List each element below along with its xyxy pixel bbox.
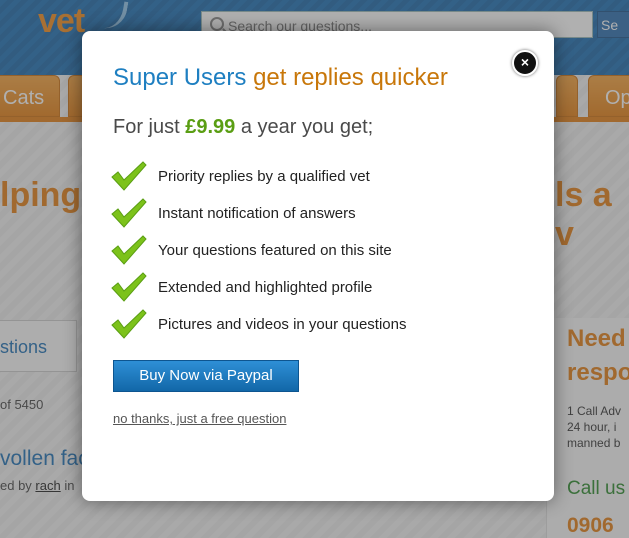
checkmark-icon <box>111 235 147 265</box>
feature-label: Instant notification of answers <box>158 205 356 222</box>
subtitle-suffix: a year you get; <box>240 116 374 138</box>
price: £9.99 <box>185 116 236 138</box>
checkmark-icon <box>111 198 147 228</box>
modal-title: Super Users get replies quicker <box>113 64 448 92</box>
subtitle-prefix: For just <box>113 116 180 138</box>
modal-subtitle: For just £9.99 a year you get; <box>113 116 373 139</box>
super-users-modal <box>82 31 554 501</box>
checkmark-icon <box>111 272 147 302</box>
checkmark-icon <box>111 161 147 191</box>
modal-title-part2: get replies quicker <box>253 64 448 91</box>
free-question-link[interactable]: no thanks, just a free question <box>113 411 286 426</box>
feature-label: Extended and highlighted profile <box>158 279 373 296</box>
checkmark-icon <box>111 309 147 339</box>
feature-label: Your questions featured on this site <box>158 242 392 259</box>
modal-title-part1: Super Users <box>113 64 247 91</box>
feature-label: Pictures and videos in your questions <box>158 316 407 333</box>
close-icon[interactable]: × <box>512 50 538 76</box>
buy-now-paypal-button[interactable]: Buy Now via Paypal <box>113 360 299 392</box>
feature-label: Priority replies by a qualified vet <box>158 168 370 185</box>
